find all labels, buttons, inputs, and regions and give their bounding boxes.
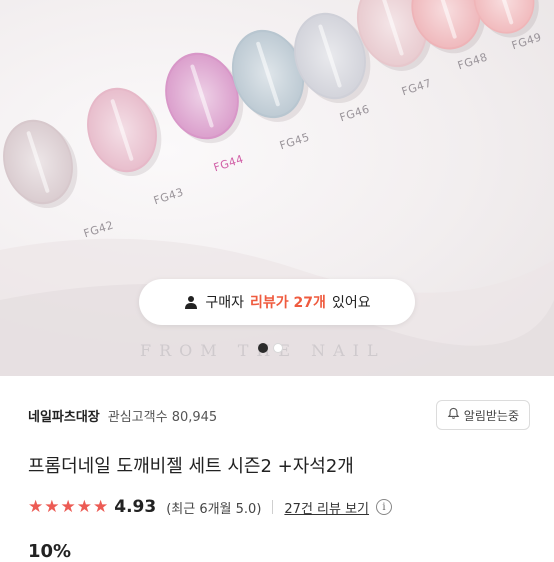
view-reviews-link[interactable]: 27건 리뷰 보기 [284, 498, 369, 517]
person-icon [183, 294, 199, 310]
bell-icon [447, 407, 460, 423]
nail-swatch-fg42 [3, 119, 78, 209]
recent-rating: (최근 6개월 5.0) [166, 501, 262, 517]
info-icon[interactable]: i [376, 499, 393, 515]
star-rating: ★ ★ ★ ★ ★ [28, 498, 108, 516]
product-title: 프롬더네일 도깨비젤 세트 시즌2 +자석2개 [28, 456, 354, 477]
review-prefix: 구매자 [205, 295, 245, 311]
star-icon: ★ [60, 497, 76, 517]
seller-name[interactable]: 네일파츠대장 [28, 406, 100, 425]
carousel-dot[interactable] [273, 343, 283, 353]
product-image-carousel[interactable]: FG42 FG43 FG44 FG45 FG46 FG47 FG48 FG49 구매자 리뷰가… [0, 0, 554, 376]
notification-follow-button[interactable]: 알림받는중 [435, 400, 530, 430]
star-icon: ★ [76, 497, 92, 517]
review-suffix: 있어요 [331, 295, 371, 311]
follower-count: 관심고객수 80,945 [107, 409, 218, 425]
seller-info: 네일파츠대장 관심고객수 80,945 알림받는중 [28, 400, 530, 430]
buyer-review-pill[interactable]: 구매자 리뷰가 27개 있어요 [139, 279, 415, 325]
follow-label: 알림받는중 [463, 408, 519, 423]
rating-row: ★ ★ ★ ★ ★ 4.93 (최근 6개월 5.0) 27건 리뷰 보기 i [28, 497, 393, 517]
nail-swatch-fg43 [87, 87, 162, 177]
rating-score: 4.93 [114, 497, 157, 517]
discount-rate: 10% [28, 541, 72, 562]
divider [272, 500, 274, 514]
carousel-indicator [258, 343, 283, 353]
carousel-dot-active[interactable] [258, 343, 268, 353]
star-icon: ★ [93, 497, 109, 517]
review-count: 리뷰가 27개 [250, 295, 326, 311]
star-icon: ★ [28, 497, 44, 517]
star-icon: ★ [44, 497, 60, 517]
